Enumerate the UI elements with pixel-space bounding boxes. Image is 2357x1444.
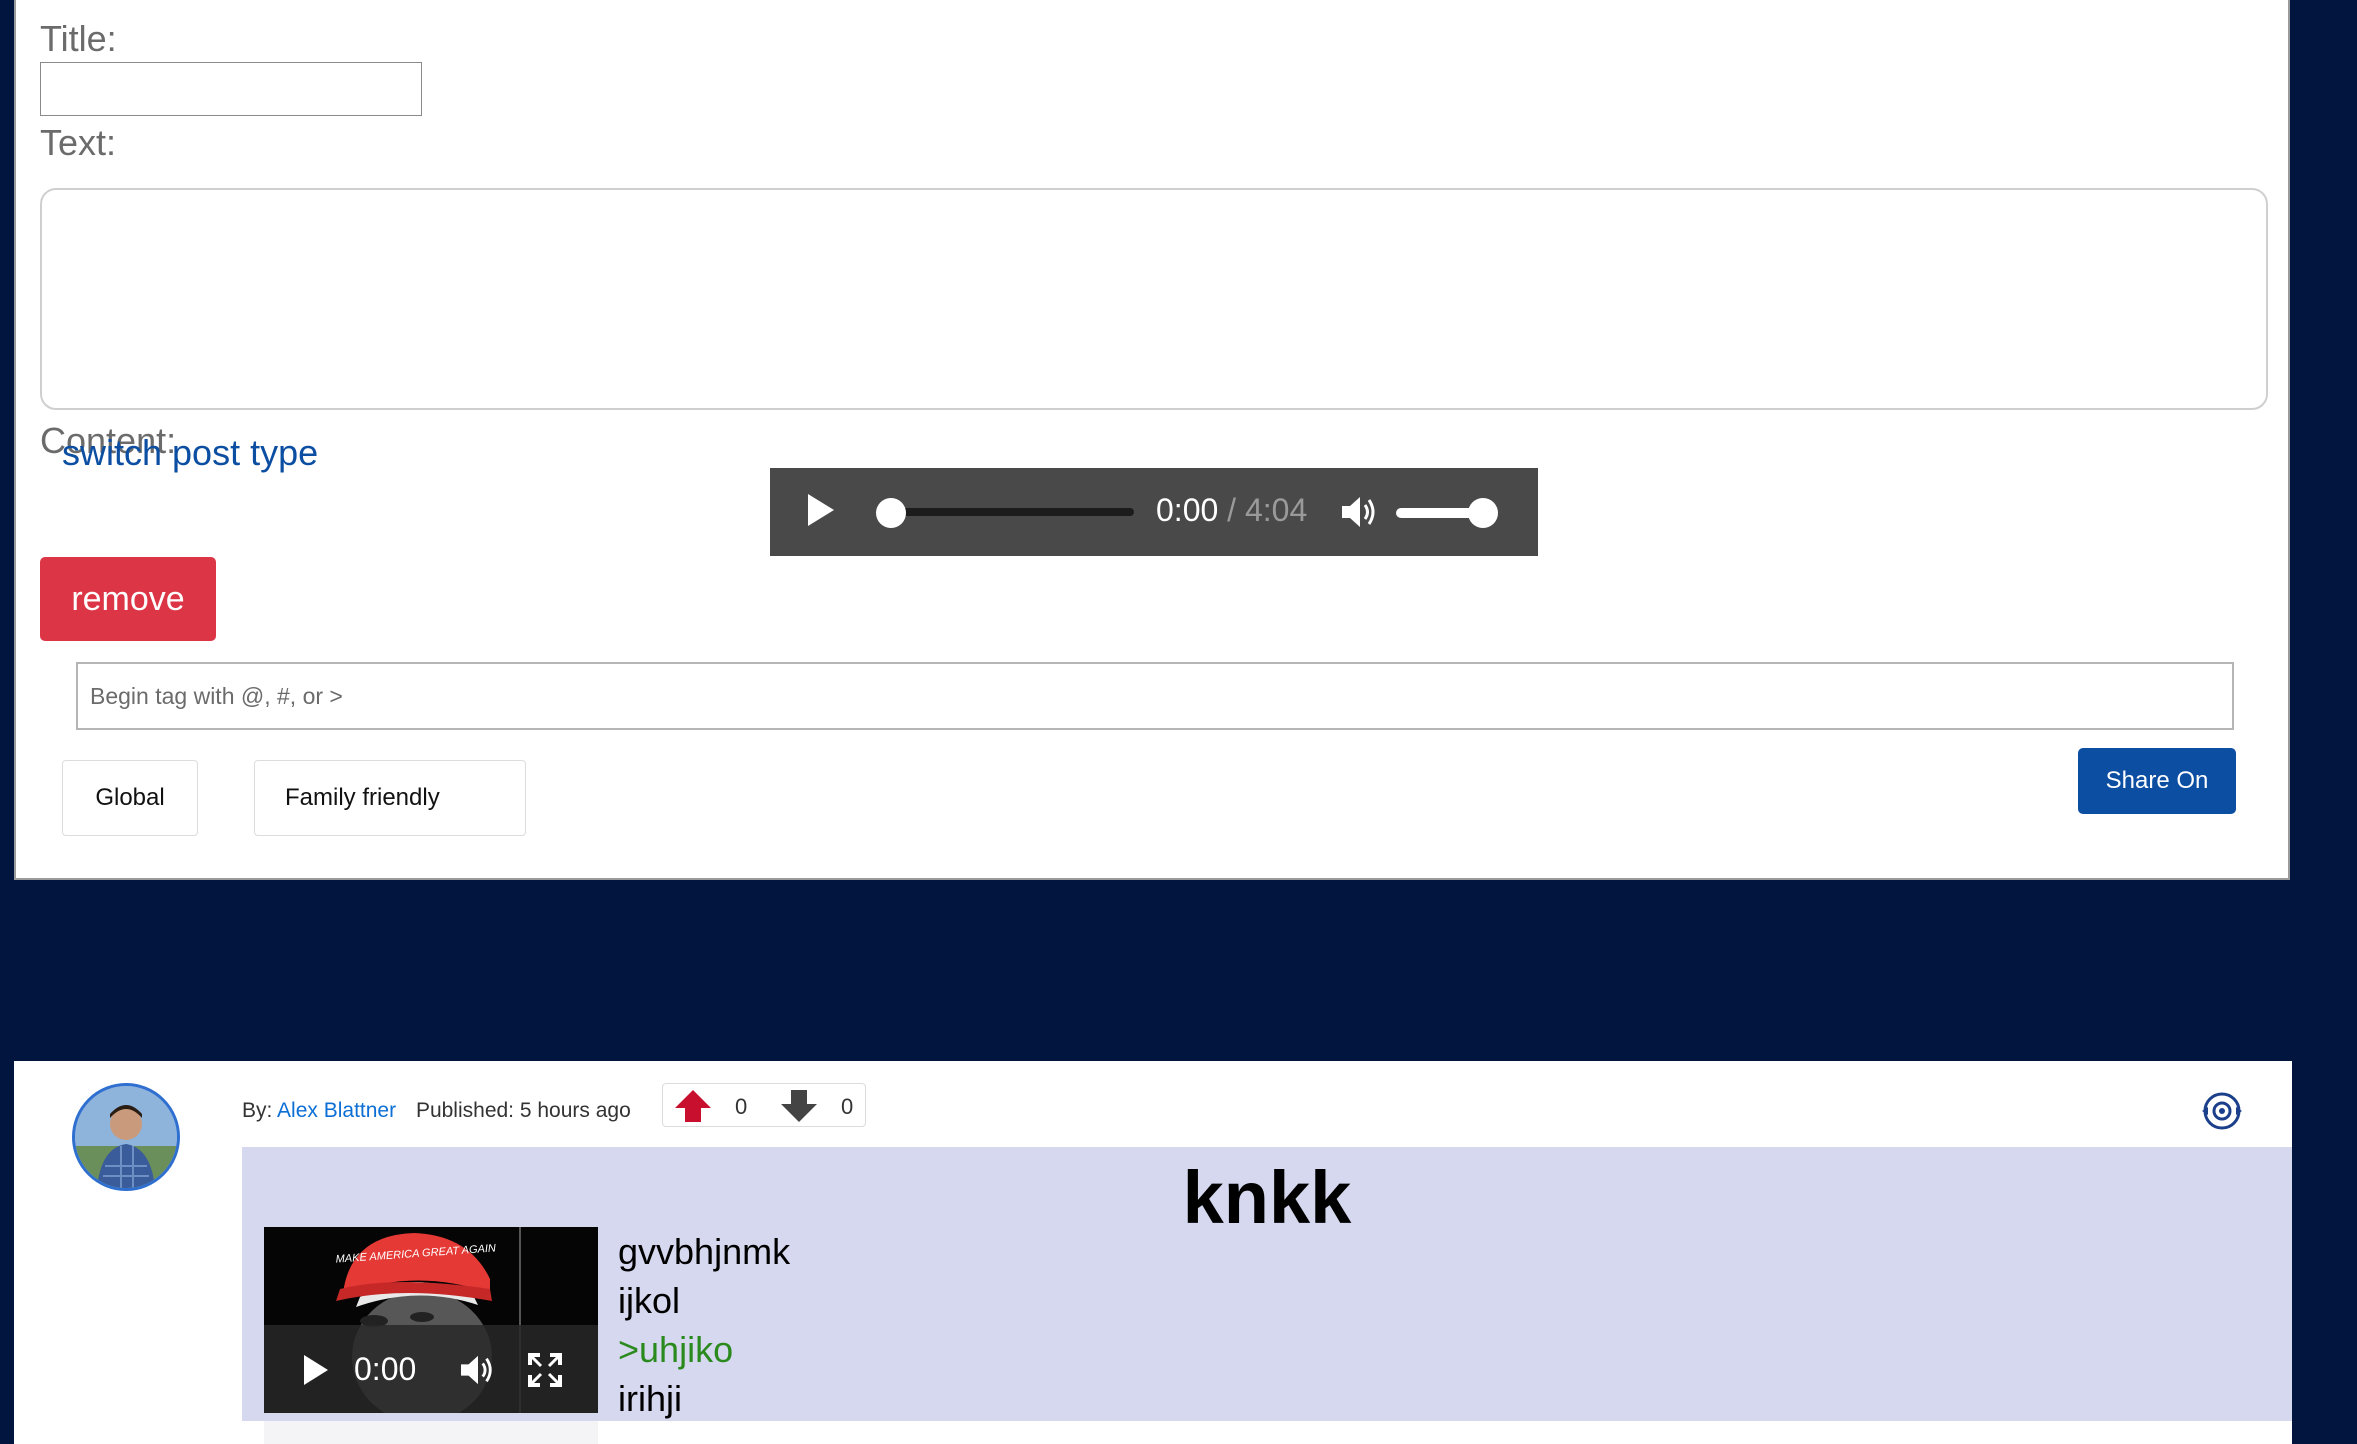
volume-knob[interactable] <box>1468 498 1498 528</box>
audio-time-separator: / <box>1227 492 1237 528</box>
post-line-greentext: >uhjiko <box>618 1329 734 1370</box>
fullscreen-icon[interactable] <box>528 1353 562 1387</box>
downvote-arrow-icon[interactable] <box>779 1088 819 1124</box>
author-link[interactable]: Alex Blattner <box>277 1099 396 1122</box>
post-line: ijkol <box>618 1280 681 1321</box>
post-meta: By: Alex Blattner Published: 5 hours ago <box>242 1099 631 1123</box>
audio-seek-knob[interactable] <box>876 498 906 528</box>
post-text: gvvbhjnmk ijkol >uhjiko irihji <box>618 1227 790 1423</box>
post-footer-strip <box>264 1421 598 1444</box>
video-volume-icon[interactable] <box>458 1353 498 1387</box>
video-player[interactable]: MAKE AMERICA GREAT AGAIN 0:00 <box>264 1227 598 1413</box>
vote-box: 0 0 <box>662 1083 866 1127</box>
text-area[interactable] <box>40 188 2268 410</box>
downvote-count: 0 <box>841 1094 854 1119</box>
title-label: Title: <box>40 18 117 59</box>
share-on-button[interactable]: Share On <box>2078 748 2236 814</box>
audio-duration: 4:04 <box>1244 492 1308 528</box>
volume-icon[interactable] <box>1340 494 1380 530</box>
published-time: Published: 5 hours ago <box>415 1099 631 1122</box>
text-label: Text: <box>40 122 117 163</box>
post-card: By: Alex Blattner Published: 5 hours ago… <box>14 1061 2292 1444</box>
upvote-arrow-icon[interactable] <box>673 1088 713 1124</box>
audio-player: 0:00 / 4:04 <box>770 468 1538 556</box>
audio-seek-track[interactable] <box>880 508 1134 516</box>
post-line: irihji <box>618 1378 683 1419</box>
settings-icon[interactable] <box>2200 1089 2244 1133</box>
remove-button[interactable]: remove <box>40 557 216 641</box>
upvote-count: 0 <box>735 1094 748 1119</box>
video-play-icon[interactable] <box>304 1355 328 1385</box>
title-input[interactable] <box>40 62 422 116</box>
global-button[interactable]: Global <box>62 760 198 836</box>
post-line: gvvbhjnmk <box>618 1231 791 1272</box>
play-icon[interactable] <box>808 494 834 526</box>
audio-current-time: 0:00 <box>1156 492 1219 528</box>
family-friendly-button[interactable]: Family friendly <box>254 760 526 836</box>
by-label: By: <box>242 1099 273 1122</box>
video-time: 0:00 <box>354 1351 417 1387</box>
compose-panel: Title: Text: Content: switch post type 0… <box>14 0 2290 880</box>
switch-post-type-link[interactable]: switch post type <box>62 432 318 474</box>
audio-time: 0:00 / 4:04 <box>1156 492 1307 529</box>
tag-input[interactable] <box>76 662 2234 730</box>
video-controls: 0:00 <box>264 1325 598 1413</box>
avatar[interactable] <box>72 1083 180 1191</box>
post-body: knkk MAKE AMERICA GREAT AGAIN 0:00 gvvbh… <box>242 1147 2292 1421</box>
avatar-photo <box>75 1086 177 1188</box>
